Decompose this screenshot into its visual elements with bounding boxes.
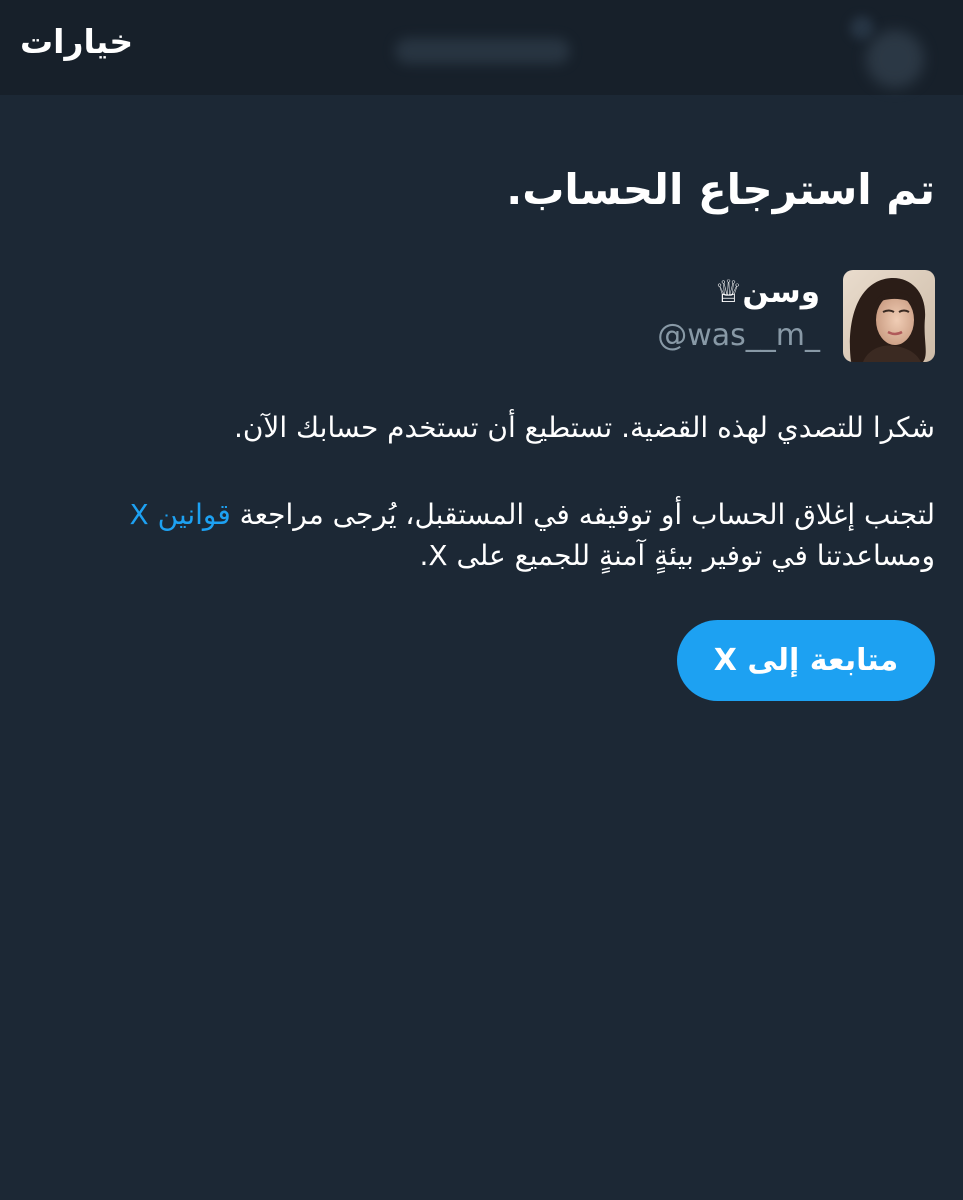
avatar (843, 270, 935, 362)
blurred-notification-dot (850, 16, 874, 40)
avatar-photo-icon (843, 270, 935, 362)
account-profile: وسن♕ @was__m_ (335, 270, 935, 362)
top-bar: خيارات (0, 0, 963, 95)
display-name: وسن♕ (714, 274, 820, 310)
x-rules-link[interactable]: قوانين X (129, 498, 230, 531)
continue-to-x-button[interactable]: متابعة إلى X (677, 620, 935, 701)
thanks-message: شكرا للتصدي لهذه القضية. تستطيع أن تستخد… (233, 411, 935, 444)
blurred-header-title (395, 38, 570, 64)
page-title: تم استرجاع الحساب. (506, 165, 935, 214)
blurred-header-avatar (866, 30, 924, 88)
options-button[interactable]: خيارات (20, 20, 133, 64)
rules-message-outro: ومساعدتنا في توفير بيئةٍ آمنةٍ للجميع عل… (419, 539, 935, 572)
rules-message-intro: لتجنب إغلاق الحساب أو توقيفه في المستقبل… (230, 498, 935, 531)
account-handle: @was__m_ (657, 318, 820, 353)
rules-message: لتجنب إغلاق الحساب أو توقيفه في المستقبل… (23, 494, 935, 576)
